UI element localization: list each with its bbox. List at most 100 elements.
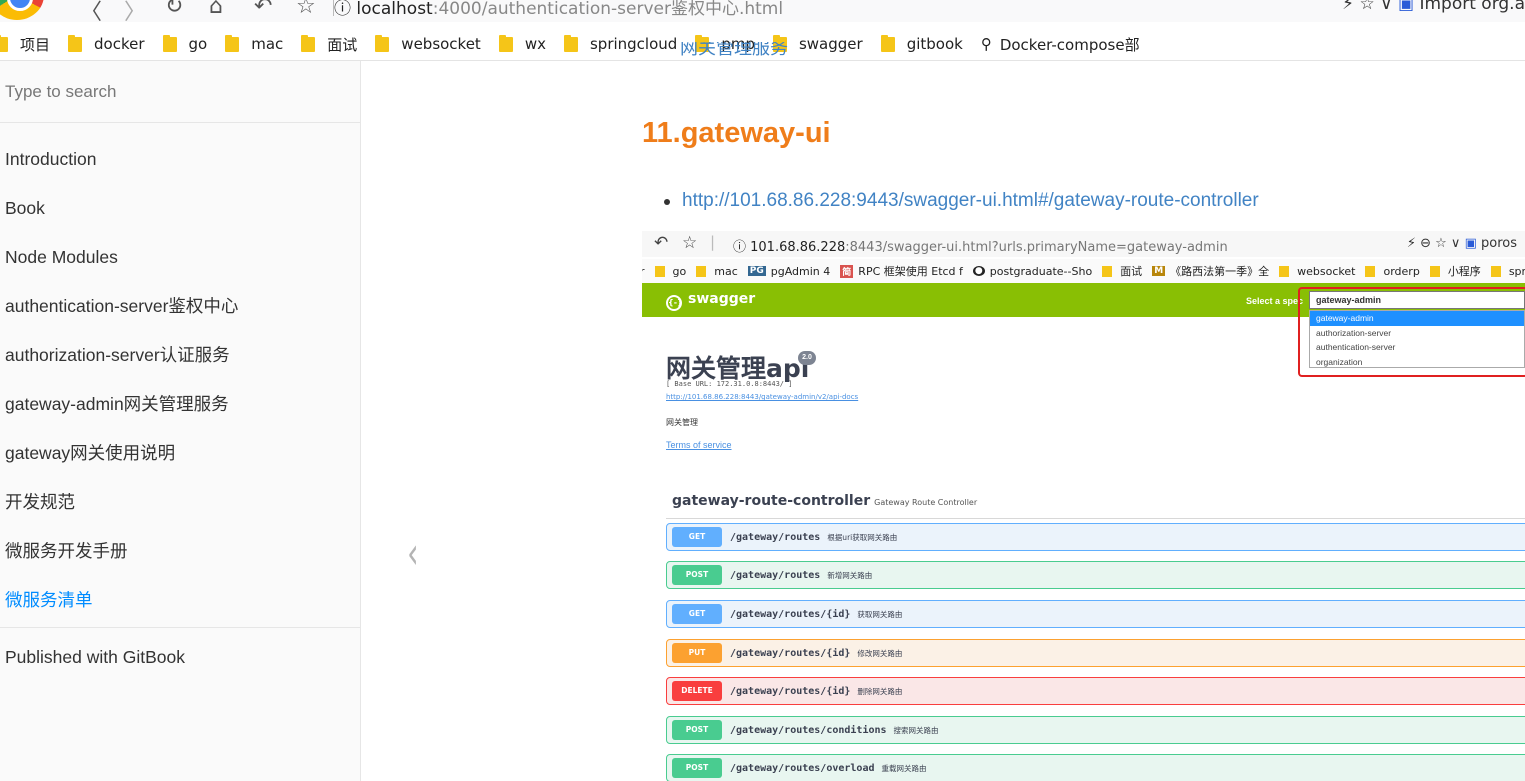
bookmark-label: 面试 (327, 35, 358, 54)
import-label[interactable]: Import org.a (1419, 0, 1525, 14)
operation-path: /gateway/routes (730, 569, 821, 581)
embedded-bookmark-label: RPC 框架使用 Etcd f (858, 265, 963, 278)
operation-summary: 根据uri获取网关路由 (827, 532, 898, 542)
right-tools: ⚡ ☆ ∨ ▣ Import org.a (1342, 0, 1525, 14)
embedded-bookmark-label: 小程序 (1447, 265, 1481, 278)
home-icon[interactable]: ⌂ (209, 0, 223, 19)
address-bar[interactable]: ⓘ localhost:4000/authentication-server鉴权… (334, 0, 783, 19)
embedded-bookmark-label: pgAdmin 4 (770, 264, 831, 278)
embedded-bookmark: go (654, 265, 686, 278)
summary-divider (0, 627, 360, 628)
embedded-url: ⓘ 101.68.86.228:8443/swagger-ui.html?url… (733, 240, 1228, 255)
summary-item-authentication-server[interactable]: authentication-server鉴权中心 (0, 282, 360, 331)
embedded-bookmark-label: 《路西法第一季》全 (1170, 265, 1270, 278)
spec-select-label: Select a spec (1246, 296, 1304, 306)
bookmark-item[interactable]: docker (68, 34, 145, 53)
folder-icon (375, 34, 390, 52)
operation-row: POST /gateway/routes/overload 重载网关路由 (666, 754, 1525, 781)
operation-summary: 重载网关路由 (881, 763, 927, 773)
reload-icon[interactable]: ↻ (165, 0, 183, 19)
dropdown-icon[interactable]: ∨ (1380, 0, 1392, 14)
docker-compose-icon: ⚲ (980, 35, 992, 53)
embedded-address-bar: ↶ ☆ | ⓘ 101.68.86.228:8443/swagger-ui.ht… (642, 231, 1525, 257)
operation-row: PUT /gateway/routes/{id} 修改网关路由 (666, 639, 1525, 667)
url-rest: :4000/authentication-server鉴权中心.html (432, 0, 784, 19)
summary-item-node-modules[interactable]: Node Modules (0, 233, 360, 282)
operation-row: DELETE /gateway/routes/{id} 删除网关路由 (666, 677, 1525, 705)
bookmark-item[interactable]: ⚲ Docker-compose部 (981, 34, 1140, 55)
summary-item-dev-standards[interactable]: 开发规范 (0, 478, 360, 527)
embedded-bookmark: ● postgraduate--Sho (972, 264, 1093, 278)
cut-off-label: 网关管理服务 (680, 42, 788, 58)
controller-name: gateway-route-controller (672, 493, 871, 509)
method-badge: POST (672, 758, 722, 778)
summary-item-microservice-manual[interactable]: 微服务开发手册 (0, 527, 360, 576)
book-summary: Introduction Book Node Modules authentic… (0, 135, 360, 625)
forward-icon[interactable]: 〉 (124, 0, 146, 22)
bookmark-label: websocket (401, 35, 481, 53)
base-url: [ Base URL: 172.31.0.8:8443/ ] (666, 380, 793, 388)
folder-icon (162, 34, 177, 52)
summary-item-book[interactable]: Book (0, 184, 360, 233)
extension-icon[interactable]: ▣ (1398, 0, 1414, 14)
embedded-url-rest: :8443/swagger-ui.html?urls.primaryName=g… (845, 240, 1228, 255)
browser-logo-icon (0, 0, 44, 20)
bookmark-item[interactable]: springcloud (563, 34, 678, 53)
embedded-bookmark: sprin (1490, 264, 1525, 278)
swagger-logo-text: swagger (688, 291, 756, 307)
video-icon: M (1152, 266, 1166, 276)
bookmark-item[interactable]: gitbook (880, 34, 963, 53)
back-icon[interactable]: 〈 (80, 0, 102, 22)
lightning-icon[interactable]: ⚡ (1342, 0, 1354, 14)
embedded-bookmark: 简 RPC 框架使用 Etcd f (840, 263, 963, 279)
section-heading: 11.gateway-ui (642, 117, 831, 149)
embedded-bookmark: 面试 (1102, 263, 1142, 279)
operation-path: /gateway/routes/overload (730, 762, 875, 774)
bookmark-item[interactable]: mac (225, 34, 283, 53)
undo-icon[interactable]: ↶ (254, 0, 272, 19)
embedded-bookmark-label: sprin (1508, 264, 1525, 278)
star-icon[interactable]: ☆ (296, 0, 316, 19)
bookmark-item[interactable]: 面试 (301, 34, 357, 55)
folder-icon (225, 34, 240, 52)
address-divider: | (710, 233, 716, 251)
bookmark-item[interactable]: 项目 (0, 34, 50, 55)
swagger-link[interactable]: http://101.68.86.228:9443/swagger-ui.htm… (682, 190, 1259, 212)
operation-summary: 删除网关路由 (857, 686, 903, 696)
operation-row: POST /gateway/routes/conditions 搜索网关路由 (666, 716, 1525, 744)
extension-icon: ▣ (1464, 236, 1477, 251)
previous-page-chevron-icon[interactable]: ‹ (407, 528, 418, 579)
bookmark-label: springcloud (589, 35, 678, 53)
api-docs-link: http://101.68.86.228:8443/gateway-admin/… (666, 393, 859, 401)
folder-icon (0, 34, 8, 52)
published-with-gitbook-link[interactable]: Published with GitBook (5, 647, 185, 668)
undo-icon: ↶ (654, 233, 669, 253)
operation-path: /gateway/routes (730, 531, 821, 543)
method-badge: PUT (672, 643, 722, 663)
search-input[interactable] (0, 61, 360, 123)
embedded-bookmark-label: orderp (1383, 264, 1420, 278)
summary-item-gateway-usage[interactable]: gateway网关使用说明 (0, 429, 360, 478)
operation-path: /gateway/routes/{id} (730, 608, 851, 620)
bookmark-item[interactable]: go (162, 34, 208, 53)
summary-item-gateway-admin[interactable]: gateway-admin网关管理服务 (0, 380, 360, 429)
controller-title: gateway-route-controller Gateway Route Co… (672, 493, 977, 509)
embedded-bookmark-label: postgraduate--Sho (989, 264, 1093, 278)
bookmark-star-icon[interactable]: ☆ (1359, 0, 1374, 14)
summary-item-authorization-server[interactable]: authorization-server认证服务 (0, 331, 360, 380)
version-badge: 2.0 (798, 351, 816, 365)
embedded-bookmark: 小程序 (1429, 263, 1481, 279)
bookmark-item[interactable]: wx (498, 34, 546, 53)
folder-icon (1279, 265, 1290, 277)
summary-item-microservice-list[interactable]: 微服务清单 (0, 576, 360, 625)
embedded-bookmark-label: mac (714, 264, 738, 278)
embedded-bookmark: mac (696, 265, 738, 278)
folder-icon (1365, 265, 1376, 277)
method-badge: POST (672, 720, 722, 740)
embedded-bookmark-label: 面试 (1120, 265, 1143, 278)
bookmark-label: go (188, 35, 208, 53)
folder-icon (654, 265, 665, 277)
summary-item-introduction[interactable]: Introduction (0, 135, 360, 184)
bookmark-item[interactable]: websocket (375, 34, 481, 53)
pgadmin-icon: PG (747, 266, 766, 276)
